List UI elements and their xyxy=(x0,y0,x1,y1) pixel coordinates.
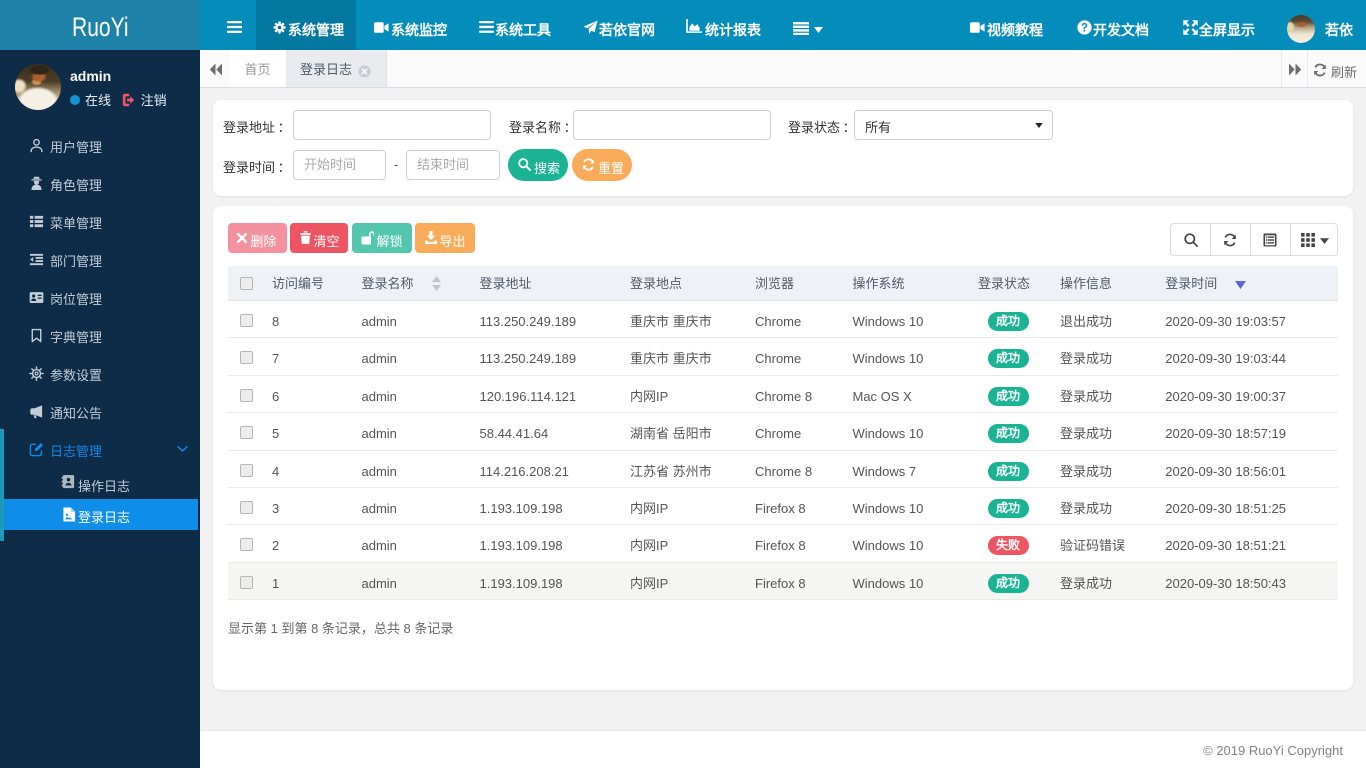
svg-text:?: ? xyxy=(1081,21,1088,34)
